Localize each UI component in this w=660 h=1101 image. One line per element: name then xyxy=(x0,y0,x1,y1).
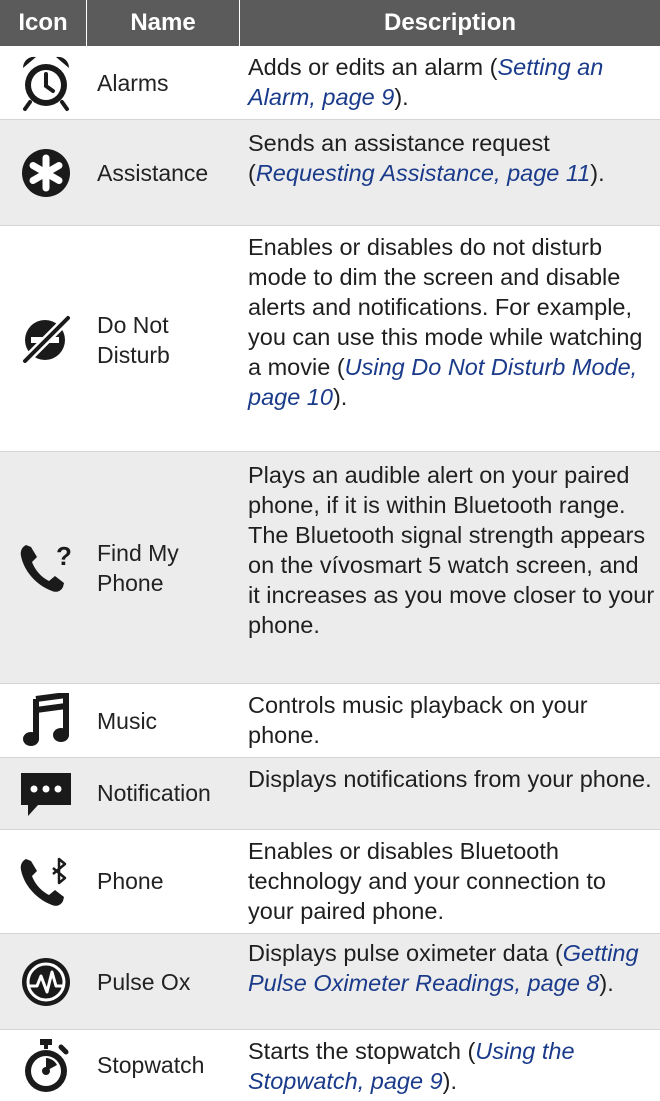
table-header: Icon Name Description xyxy=(0,0,660,46)
row-name: Phone xyxy=(97,868,164,894)
table-row: Pulse Ox Displays pulse oximeter data (G… xyxy=(0,934,660,1030)
music-note-icon xyxy=(6,684,86,758)
row-description: Sends an assistance request (Requesting … xyxy=(248,130,605,186)
row-name: Music xyxy=(97,708,158,734)
cross-reference-link[interactable]: Requesting Assistance, page 11 xyxy=(256,160,590,186)
stopwatch-icon xyxy=(6,1030,86,1101)
row-name: Find My Phone xyxy=(97,540,179,596)
table-row: Do Not Disturb Enables or disables do no… xyxy=(0,226,660,452)
row-description: Enables or disables do not disturb mode … xyxy=(248,234,643,410)
svg-text:?: ? xyxy=(56,541,72,571)
bluetooth-phone-icon xyxy=(6,830,86,934)
row-description: Starts the stopwatch (Using the Stopwatc… xyxy=(248,1038,575,1094)
table-row: Notification Displays notifications from… xyxy=(0,758,660,830)
row-name: Do Not Disturb xyxy=(97,312,170,368)
find-phone-icon: ? xyxy=(6,452,86,684)
pulse-ox-icon xyxy=(6,934,86,1030)
row-description: Displays notifications from your phone. xyxy=(248,766,652,792)
row-name: Stopwatch xyxy=(97,1052,205,1078)
table-row: Assistance Sends an assistance request (… xyxy=(0,120,660,226)
header-name: Name xyxy=(130,9,196,36)
row-name: Pulse Ox xyxy=(97,969,191,995)
assistance-asterisk-icon xyxy=(6,120,86,226)
do-not-disturb-icon xyxy=(6,226,86,452)
row-description: Adds or edits an alarm (Setting an Alarm… xyxy=(248,54,604,110)
table-row: Music Controls music playback on your ph… xyxy=(0,684,660,758)
row-description: Controls music playback on your phone. xyxy=(248,692,588,748)
table-row: Stopwatch Starts the stopwatch (Using th… xyxy=(0,1030,660,1101)
table-row: Phone Enables or disables Bluetooth tech… xyxy=(0,830,660,934)
alarm-clock-icon xyxy=(6,46,86,120)
row-description: Enables or disables Bluetooth technology… xyxy=(248,838,606,924)
table-row: ? Find My Phone Plays an audible alert o… xyxy=(0,452,660,684)
row-name: Assistance xyxy=(97,160,209,186)
row-description: Displays pulse oximeter data (Getting Pu… xyxy=(248,940,639,996)
table-row: Alarms Adds or edits an alarm (Setting a… xyxy=(0,46,660,120)
row-name: Alarms xyxy=(97,70,169,96)
row-name: Notification xyxy=(97,780,211,806)
header-icon: Icon xyxy=(18,9,68,36)
notification-bubble-icon xyxy=(6,758,86,830)
row-description: Plays an audible alert on your paired ph… xyxy=(248,462,655,638)
header-description: Description xyxy=(383,9,517,36)
